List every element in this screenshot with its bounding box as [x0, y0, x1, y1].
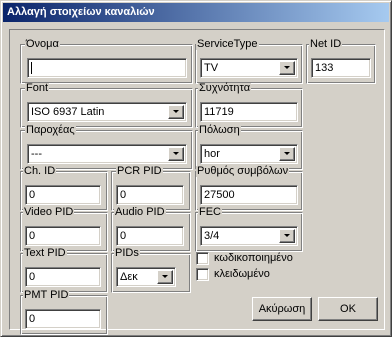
- video-pid-input[interactable]: 0: [25, 226, 101, 246]
- pcr-pid-input[interactable]: 0: [116, 185, 184, 205]
- encrypted-checkbox[interactable]: [196, 252, 209, 265]
- fec-label: FEC: [198, 206, 222, 218]
- text-pid-input[interactable]: 0: [25, 267, 101, 287]
- dialog-client-area: Όνομα ServiceType TV Net ID 133 Font ISO…: [9, 29, 385, 335]
- chevron-down-icon[interactable]: [168, 105, 184, 119]
- symbol-rate-label: Ρυθμός συμβόλων: [196, 165, 290, 177]
- net-id-group: Net ID 133: [306, 39, 376, 84]
- encrypted-label[interactable]: κωδικοποιημένο: [214, 252, 293, 265]
- service-type-value: TV: [204, 62, 219, 74]
- ch-id-label: Ch. ID: [23, 165, 57, 177]
- cancel-button[interactable]: Ακύρωση: [252, 297, 312, 321]
- font-label: Font: [25, 82, 50, 94]
- chevron-down-icon[interactable]: [168, 147, 184, 161]
- frequency-label: Συχνότητα: [198, 82, 252, 94]
- video-pid-group: Video PID 0: [20, 207, 108, 252]
- audio-pid-input[interactable]: 0: [116, 226, 184, 246]
- polarization-group: Πόλωση hor: [195, 125, 303, 170]
- chevron-down-icon[interactable]: [279, 229, 295, 243]
- service-type-group: ServiceType TV: [195, 39, 303, 84]
- providers-select[interactable]: ---: [27, 144, 187, 164]
- fec-value: 3/4: [204, 230, 220, 242]
- locked-checkbox[interactable]: [196, 268, 209, 281]
- name-group: Όνομα: [20, 39, 193, 84]
- locked-label[interactable]: κλειδωμένο: [214, 268, 270, 281]
- font-select[interactable]: ISO 6937 Latin: [27, 102, 187, 122]
- polarization-select[interactable]: hor: [200, 144, 298, 164]
- chevron-down-icon[interactable]: [279, 147, 295, 161]
- pmt-pid-group: PMT PID 0: [20, 290, 108, 335]
- polarization-label: Πόλωση: [198, 124, 241, 136]
- video-pid-label: Video PID: [23, 206, 75, 218]
- dialog-window: Αλλαγή στοιχείων καναλιών Όνομα ServiceT…: [0, 0, 392, 337]
- font-value: ISO 6937 Latin: [31, 106, 105, 118]
- name-label: Όνομα: [25, 38, 60, 50]
- font-group: Font ISO 6937 Latin: [20, 83, 193, 128]
- ok-button[interactable]: OK: [318, 297, 378, 321]
- pmt-pid-input[interactable]: 0: [25, 309, 101, 329]
- pids-group: PIDs Δεκ: [111, 248, 191, 293]
- ch-id-input[interactable]: 0: [25, 185, 101, 205]
- pids-format-select[interactable]: Δεκ: [116, 267, 176, 287]
- text-pid-label: Text PID: [23, 247, 67, 259]
- audio-pid-label: Audio PID: [114, 206, 166, 218]
- pids-format-value: Δεκ: [120, 271, 138, 283]
- chevron-down-icon[interactable]: [279, 61, 295, 75]
- ch-id-group: Ch. ID 0: [20, 166, 108, 211]
- chevron-down-icon[interactable]: [157, 270, 173, 284]
- frequency-input[interactable]: 11719: [200, 102, 298, 122]
- providers-label: Παροχέας: [25, 124, 76, 136]
- fec-select[interactable]: 3/4: [200, 226, 298, 246]
- service-type-select[interactable]: TV: [200, 58, 298, 78]
- text-pid-group: Text PID 0: [20, 248, 108, 293]
- net-id-input[interactable]: 133: [311, 58, 371, 78]
- pcr-pid-group: PCR PID 0: [111, 166, 191, 211]
- text-caret: [31, 62, 32, 75]
- frequency-group: Συχνότητα 11719: [195, 83, 303, 128]
- polarization-value: hor: [204, 148, 220, 160]
- fec-group: FEC 3/4: [195, 207, 303, 252]
- service-type-label: ServiceType: [196, 38, 259, 50]
- pcr-pid-label: PCR PID: [116, 165, 163, 177]
- symbol-rate-group: Ρυθμός συμβόλων 27500: [195, 166, 303, 211]
- net-id-label: Net ID: [309, 38, 343, 50]
- providers-value: ---: [31, 148, 42, 160]
- name-input[interactable]: [27, 58, 187, 78]
- pids-label: PIDs: [114, 247, 140, 259]
- providers-group: Παροχέας ---: [20, 125, 193, 170]
- audio-pid-group: Audio PID 0: [111, 207, 191, 252]
- symbol-rate-input[interactable]: 27500: [200, 185, 298, 205]
- pmt-pid-label: PMT PID: [23, 289, 70, 301]
- window-title: Αλλαγή στοιχείων καναλιών: [3, 3, 389, 22]
